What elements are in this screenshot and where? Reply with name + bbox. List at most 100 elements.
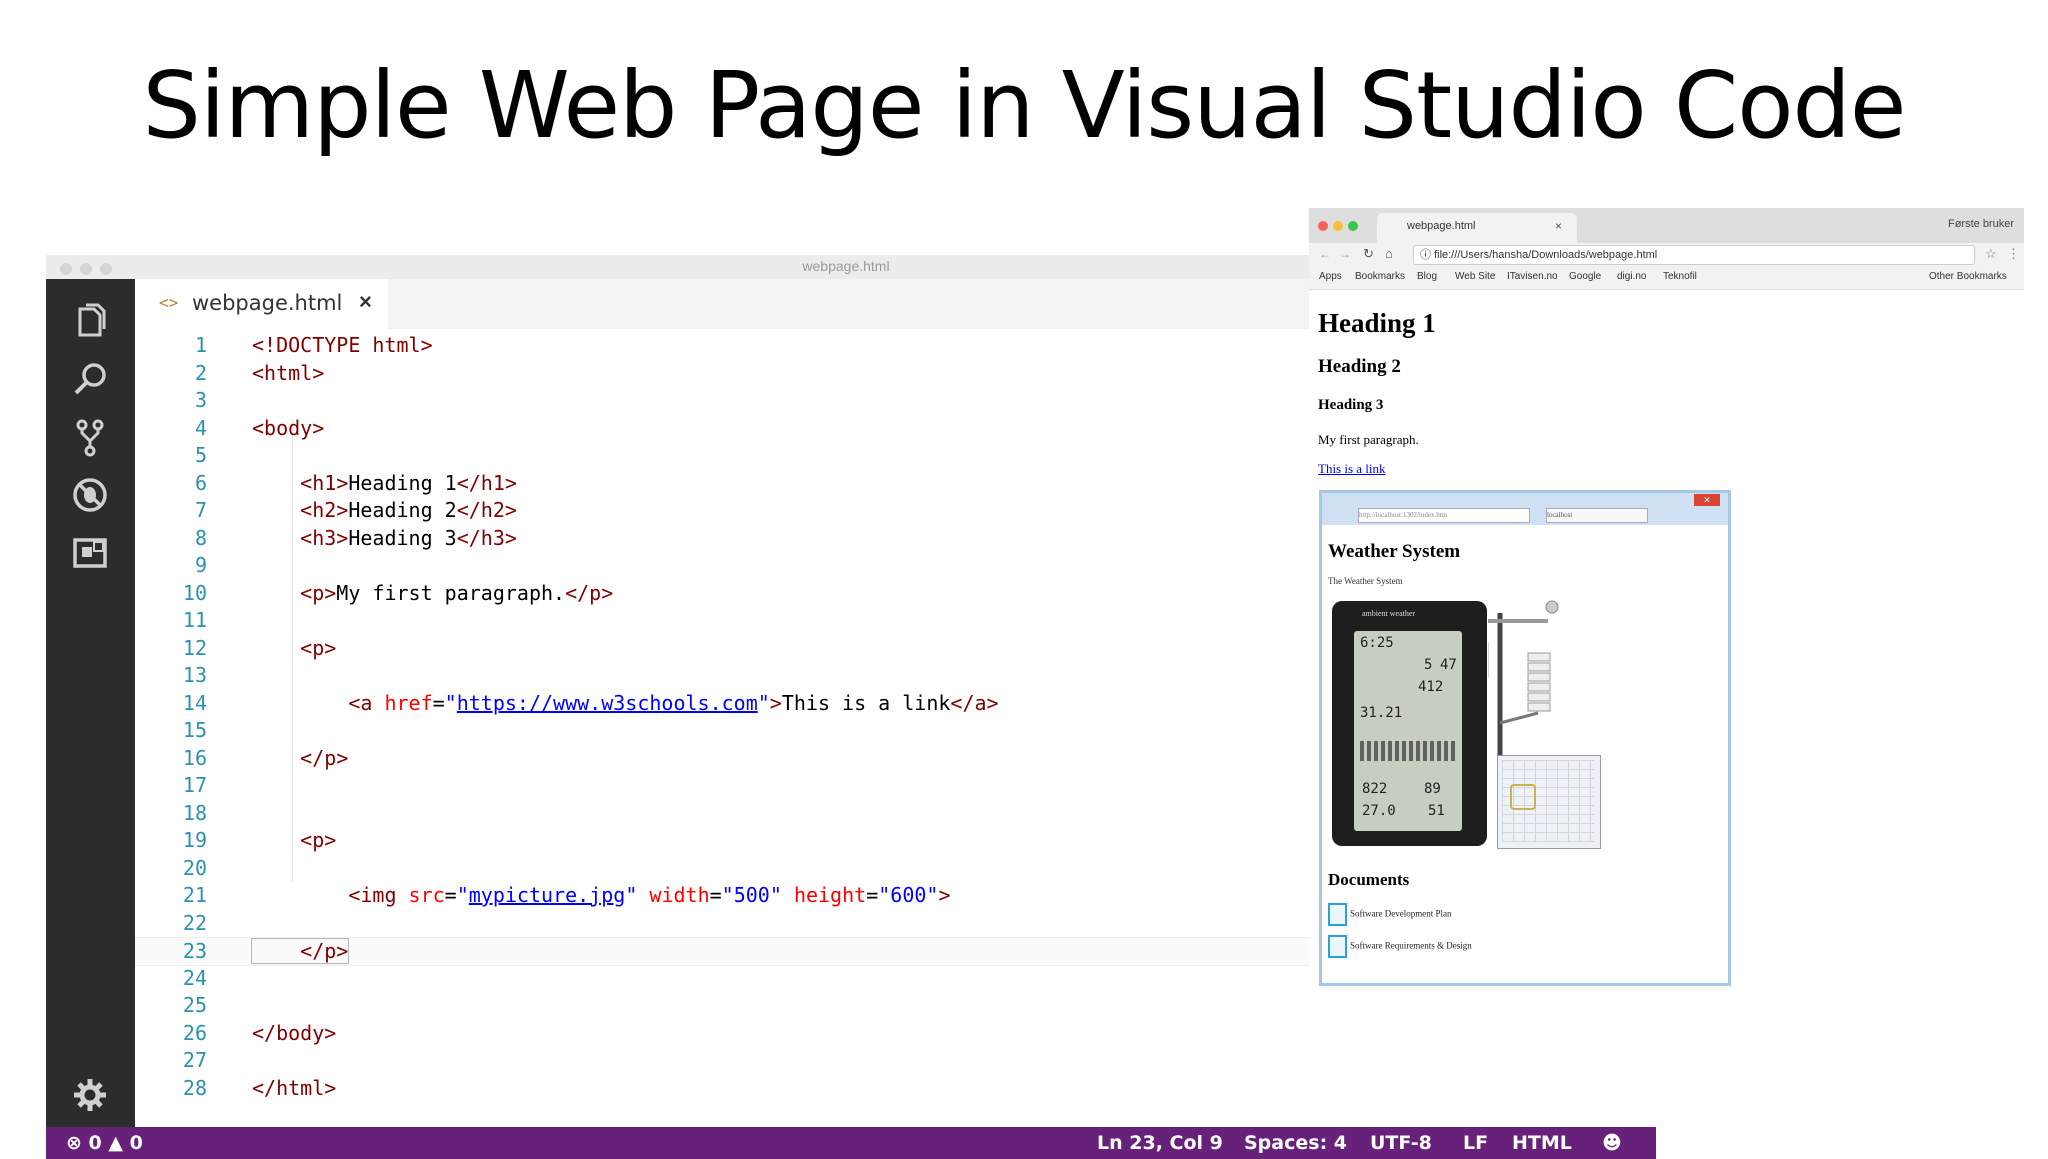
code-line[interactable]: 24 bbox=[135, 965, 1346, 992]
code-line[interactable]: 11 bbox=[135, 607, 1346, 634]
code-line[interactable]: 20 bbox=[135, 855, 1346, 882]
smiley-feedback-icon[interactable]: ☻ bbox=[1602, 1132, 1622, 1154]
code-text: </html> bbox=[252, 1075, 336, 1102]
bookmark-item[interactable]: Teknofil bbox=[1663, 271, 1697, 282]
code-line[interactable]: 19 <p> bbox=[135, 827, 1346, 854]
address-bar[interactable]: ⓘ file:///Users/hansha/Downloads/webpage… bbox=[1413, 245, 1975, 265]
code-line[interactable]: 5 bbox=[135, 442, 1346, 469]
home-icon[interactable]: ⌂ bbox=[1385, 246, 1393, 261]
browser-window: webpage.html × Første bruker ← → ↻ ⌂ ⓘ f… bbox=[1309, 208, 2024, 988]
code-line[interactable]: 22 bbox=[135, 910, 1346, 937]
code-line[interactable]: 13 bbox=[135, 662, 1346, 689]
code-text: <h3>Heading 3</h3> bbox=[252, 525, 517, 552]
line-number: 19 bbox=[182, 828, 207, 852]
code-token: <h3> bbox=[252, 525, 349, 550]
line-number: 17 bbox=[182, 773, 207, 797]
close-icon: ✕ bbox=[1694, 494, 1720, 506]
cursor-position[interactable]: Ln 23, Col 9 bbox=[1097, 1132, 1223, 1154]
code-line[interactable]: 26 </body> bbox=[135, 1020, 1346, 1047]
editor-tab[interactable]: <> webpage.html × bbox=[135, 279, 388, 329]
code-line[interactable]: 21 <img src="mypicture.jpg" width="500" … bbox=[135, 882, 1346, 909]
debug-icon[interactable] bbox=[66, 471, 114, 519]
code-line[interactable]: 3 bbox=[135, 387, 1346, 414]
line-number: 1 bbox=[194, 333, 207, 357]
star-icon[interactable]: ☆ bbox=[1985, 246, 1997, 262]
code-line[interactable]: 28 </html> bbox=[135, 1075, 1346, 1102]
bookmark-item[interactable]: Web Site bbox=[1455, 271, 1495, 282]
readout: 822 bbox=[1362, 781, 1388, 797]
search-icon[interactable] bbox=[66, 355, 114, 403]
bookmark-item[interactable]: Google bbox=[1569, 271, 1601, 282]
bookmark-item[interactable]: ITavisen.no bbox=[1507, 271, 1558, 282]
close-icon[interactable]: × bbox=[1555, 219, 1562, 233]
code-line[interactable]: 18 bbox=[135, 800, 1346, 827]
traffic-lights[interactable] bbox=[1317, 220, 1367, 232]
code-line[interactable]: 25 bbox=[135, 992, 1346, 1019]
page-heading-3: Heading 3 bbox=[1318, 397, 1384, 413]
code-line[interactable]: 17 bbox=[135, 772, 1346, 799]
profile-name[interactable]: Første bruker bbox=[1948, 218, 2014, 230]
code-line[interactable]: 4 <body> bbox=[135, 415, 1346, 442]
code-token: " bbox=[625, 883, 638, 907]
code-line[interactable]: 16 </p> bbox=[135, 745, 1346, 772]
encoding[interactable]: UTF-8 bbox=[1370, 1132, 1432, 1154]
line-number: 18 bbox=[182, 800, 207, 825]
browser-tab[interactable]: webpage.html × bbox=[1377, 213, 1577, 243]
code-text: <html> bbox=[252, 360, 324, 387]
code-line[interactable]: 14 <a href="https://www.w3schools.com">T… bbox=[135, 690, 1346, 717]
bookmark-item[interactable]: digi.no bbox=[1617, 271, 1646, 282]
document-item[interactable]: Software Requirements & Design bbox=[1328, 935, 1472, 958]
code-line[interactable]: 7 <h2>Heading 2</h2> bbox=[135, 497, 1346, 524]
readout: 412 bbox=[1418, 679, 1444, 695]
code-text: <a href="https://www.w3schools.com">This… bbox=[252, 690, 998, 717]
code-token: <a bbox=[252, 690, 385, 715]
close-icon[interactable]: × bbox=[359, 289, 372, 315]
code-line[interactable]: 6 <h1>Heading 1</h1> bbox=[135, 470, 1346, 497]
problems-indicator[interactable]: ⊗ 0 ▲ 0 bbox=[66, 1132, 143, 1154]
code-token: Heading 1 bbox=[348, 470, 457, 495]
code-line[interactable]: 10 <p>My first paragraph.</p> bbox=[135, 580, 1346, 607]
code-line[interactable]: 15 bbox=[135, 717, 1346, 744]
code-line[interactable]: 1 <!DOCTYPE html> bbox=[135, 332, 1346, 359]
page-link[interactable]: This is a link bbox=[1318, 461, 1386, 477]
code-line[interactable]: 12 <p> bbox=[135, 635, 1346, 662]
line-ending[interactable]: LF bbox=[1463, 1132, 1488, 1154]
code-token: https://www.w3schools.com bbox=[456, 690, 758, 715]
menu-icon[interactable]: ⋮ bbox=[2007, 246, 2020, 262]
bookmark-item[interactable]: Blog bbox=[1417, 271, 1437, 282]
gear-icon[interactable] bbox=[66, 1071, 114, 1119]
html-file-icon: <> bbox=[159, 293, 179, 312]
code-token: </html> bbox=[252, 1075, 337, 1100]
readout: 89 bbox=[1424, 781, 1441, 797]
source-control-icon[interactable] bbox=[66, 413, 114, 461]
code-line[interactable]: 9 bbox=[135, 552, 1346, 579]
code-line[interactable]: 2 <html> bbox=[135, 360, 1346, 387]
indentation[interactable]: Spaces: 4 bbox=[1244, 1132, 1347, 1154]
embedded-browser-bar: ✕ http://localhost:1302/index.htm localh… bbox=[1322, 493, 1728, 525]
line-number: 20 bbox=[182, 855, 207, 880]
code-token: = bbox=[432, 690, 445, 715]
document-item[interactable]: Software Development Plan bbox=[1328, 903, 1451, 926]
code-line[interactable]: 8 <h3>Heading 3</h3> bbox=[135, 525, 1346, 552]
embedded-url: http://localhost:1302/index.htm bbox=[1358, 508, 1530, 523]
code-line[interactable]: 23 </p> bbox=[135, 937, 1346, 966]
language-mode[interactable]: HTML bbox=[1512, 1132, 1572, 1154]
code-line[interactable]: 27 bbox=[135, 1047, 1346, 1074]
line-number: 27 bbox=[182, 1048, 207, 1072]
code-token: <p> bbox=[252, 635, 337, 660]
bookmark-item[interactable]: Bookmarks bbox=[1355, 271, 1405, 282]
bookmark-item[interactable]: Apps bbox=[1319, 271, 1342, 282]
other-bookmarks[interactable]: Other Bookmarks bbox=[1929, 271, 2007, 282]
code-editor[interactable]: 1 <!DOCTYPE html> 2 <html> 3 4 <body> 5 6 <h1>He… bbox=[135, 329, 1346, 1127]
code-token: src bbox=[408, 883, 445, 907]
code-token: <h2> bbox=[252, 498, 349, 522]
code-token: <html> bbox=[252, 360, 325, 385]
warning-icon: ▲ bbox=[108, 1132, 124, 1154]
reload-icon[interactable]: ↻ bbox=[1363, 246, 1374, 262]
document-icon bbox=[1328, 903, 1347, 926]
forward-icon[interactable]: → bbox=[1339, 247, 1351, 261]
back-icon[interactable]: ← bbox=[1319, 247, 1331, 261]
files-icon[interactable] bbox=[66, 297, 114, 345]
code-token: <!DOCTYPE html> bbox=[252, 333, 433, 357]
extensions-icon[interactable] bbox=[66, 529, 114, 577]
